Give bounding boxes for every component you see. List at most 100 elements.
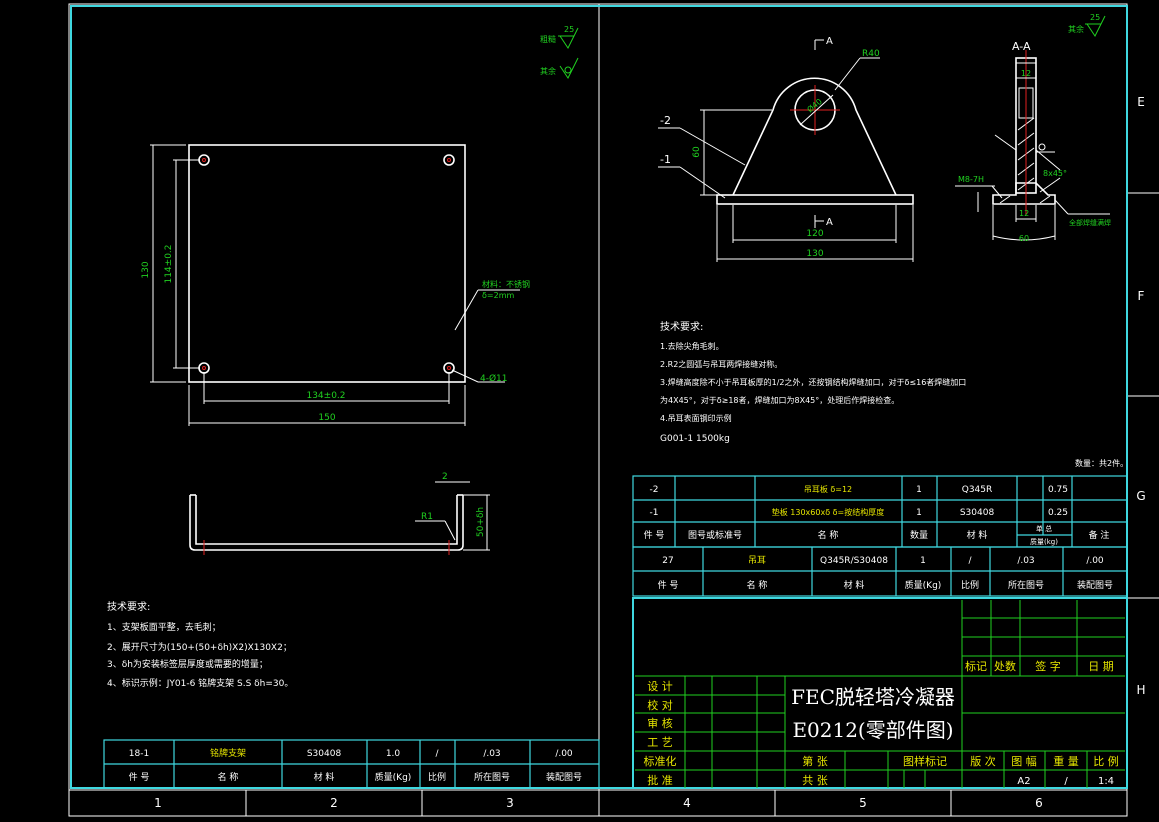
format-value: A2: [1017, 776, 1030, 787]
right-tech-4: 为4X45°，对于δ≥18者，焊缝加口为8X45°，处理后作焊接检查。: [660, 395, 899, 405]
dim-12-bottom: 12: [1019, 209, 1029, 218]
bom-head-unit-total: 单 总: [1036, 524, 1052, 533]
role-check: 校 对: [647, 698, 673, 712]
svg-text:粗糙: 粗糙: [540, 34, 556, 44]
svg-text:其余: 其余: [540, 66, 556, 76]
drawing-title-1: FEC脱轻塔冷凝器: [791, 685, 955, 709]
right-head-material: 材 料: [844, 579, 865, 591]
dim-2: 2: [442, 472, 448, 482]
dim-60-vertical: 60: [692, 146, 702, 158]
right-tech-6: G001-1 1500kg: [660, 434, 730, 444]
leader-1: -1: [660, 153, 671, 166]
rev-head-count: 处数: [994, 660, 1016, 673]
bom-r1-name: 吊耳板 δ=12: [804, 484, 852, 494]
section-a-a-view: [955, 50, 1110, 241]
right-head-name: 名 称: [747, 579, 768, 591]
dim-120: 120: [806, 229, 823, 239]
bom-r2-material: S30408: [960, 508, 995, 518]
outer-frame: [68, 3, 1128, 817]
dim-m8: M8-7H: [958, 175, 984, 184]
right-tech-1: 1.去除尖角毛刺。: [660, 341, 724, 351]
right-part-sheet: /.03: [1017, 556, 1034, 566]
drawing-sheet: E F G H 1 2 3 4 5 6 粗糙 25 其余 130 114±0.2…: [68, 3, 1159, 817]
bom-r1-no: -2: [650, 485, 659, 495]
right-tech-5: 4.吊耳表面钢印示例: [660, 413, 732, 423]
dim-12-top: 12: [1021, 69, 1031, 78]
left-part-sheet: /.03: [483, 749, 500, 759]
format-label: 图 幅: [1011, 755, 1037, 768]
left-head-assembly: 装配图号: [546, 771, 582, 783]
left-part-table: [103, 739, 600, 789]
right-part-name: 吊耳: [748, 555, 766, 566]
svg-text:25: 25: [1090, 13, 1100, 22]
scale-value: 1:4: [1098, 776, 1114, 787]
bom-r1-qty: 1: [916, 485, 922, 495]
dim-134: 134±0.2: [306, 391, 345, 401]
left-part-mass: 1.0: [386, 749, 401, 759]
material-note-1: 材料：不锈钢: [482, 279, 530, 289]
ruler-row-h: H: [1136, 683, 1145, 697]
left-head-name: 名 称: [218, 771, 239, 783]
left-tech-3: 3、δh为安装标签层厚度或需要的增量；: [107, 658, 268, 670]
dim-130-left: 130: [141, 261, 151, 278]
left-tech-2: 2、展开尺寸为(150+(50+δh)X2)X130X2；: [107, 641, 292, 653]
bom-r1-material: Q345R: [962, 485, 993, 495]
version-label: 版 次: [970, 754, 996, 768]
bom-r2-name: 垫板 130x60xδ δ=按结构厚度: [772, 507, 885, 517]
mark-label: 图样标记: [903, 754, 947, 768]
rev-head-date: 日 期: [1088, 660, 1114, 673]
right-head-sheet: 所在图号: [1008, 579, 1044, 591]
dim-8x45: 8x45°: [1043, 169, 1067, 178]
left-part-assembly: /.00: [555, 749, 573, 759]
left-part-scale: /: [435, 749, 439, 759]
weight-label: 重 量: [1053, 754, 1079, 768]
material-note-2: δ=2mm: [482, 291, 514, 300]
bom-head-std: 图号或标准号: [688, 529, 742, 541]
plate-front-view: [150, 144, 520, 426]
right-part-scale: /: [968, 556, 972, 566]
right-head-scale: 比例: [961, 579, 979, 591]
right-tech-2: 2.R2之圆弧与吊耳两焊接缝对称。: [660, 359, 782, 369]
svg-text:25: 25: [564, 25, 574, 34]
sheet-label: 第 张: [802, 754, 828, 768]
right-part-no: 27: [662, 556, 673, 566]
roughness-symbol-right: 其余 25: [1068, 13, 1106, 37]
left-head-scale: 比例: [428, 771, 446, 783]
bom-head-material: 材 料: [967, 529, 988, 541]
left-head-no: 件 号: [129, 771, 150, 783]
ruler-col-5: 5: [859, 796, 867, 810]
ruler-col-2: 2: [330, 796, 338, 810]
section-title-aa: A-A: [1012, 40, 1031, 53]
bom-head-qty: 数量: [910, 529, 928, 541]
left-tech-1: 1、支架板面平整，去毛刺；: [107, 621, 221, 633]
ruler-col-3: 3: [506, 796, 514, 810]
bom-r1-total: 0.75: [1048, 485, 1068, 495]
quantity-note: 数量：共2件。: [1075, 458, 1128, 468]
roughness-symbol-left-2: 其余: [540, 57, 579, 79]
right-head-assembly: 装配图号: [1077, 579, 1113, 591]
total-label: 共 张: [802, 774, 828, 787]
roughness-symbol-left-1: 粗糙 25: [540, 25, 579, 49]
section-mark-a-bottom: A: [826, 217, 833, 228]
ruler-col-6: 6: [1035, 796, 1043, 810]
role-standard: 标准化: [644, 754, 677, 768]
right-tech-3: 3.焊缝高度除不小于吊耳板厚的1/2之外，还按钢结构焊缝加口，对于δ≤16者焊缝…: [660, 377, 966, 387]
left-head-mass: 质量(Kg): [375, 771, 412, 783]
bom-r2-total: 0.25: [1048, 508, 1068, 518]
leader-2: -2: [660, 114, 671, 127]
rev-head-sign: 签 字: [1035, 659, 1061, 673]
scale-label: 比 例: [1093, 754, 1119, 768]
role-review: 审 核: [647, 716, 673, 730]
right-part-assembly: /.00: [1086, 556, 1104, 566]
dim-r1: R1: [421, 512, 433, 522]
ruler-col-4: 4: [683, 796, 691, 810]
role-process: 工 艺: [647, 736, 673, 749]
bom-head-name: 名 称: [818, 529, 839, 541]
ruler-col-1: 1: [154, 796, 162, 810]
right-tech-title: 技术要求:: [660, 320, 703, 333]
dim-r40: R40: [862, 49, 880, 59]
right-head-mass: 质量(Kg): [905, 579, 942, 591]
weight-value: /: [1064, 776, 1068, 787]
bom-head-mass: 质量(kg): [1030, 537, 1058, 546]
right-part-material: Q345R/S30408: [820, 556, 888, 566]
